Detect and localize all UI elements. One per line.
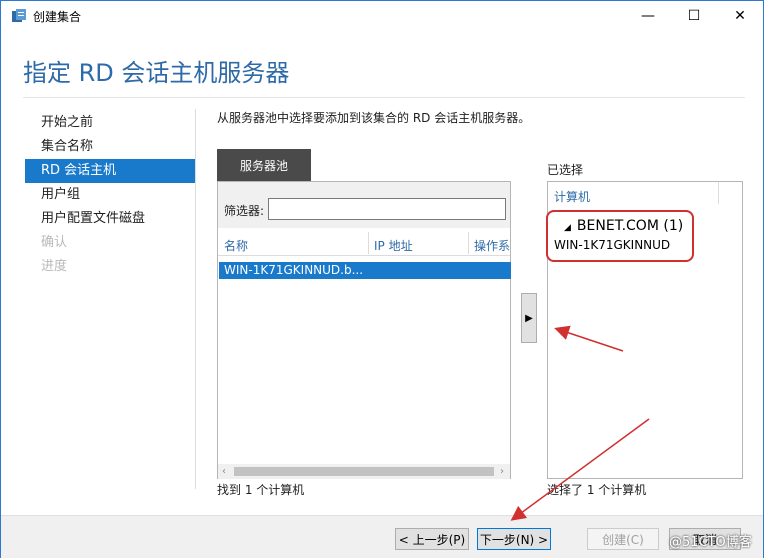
horizontal-scrollbar[interactable]: ‹ › [218, 464, 510, 479]
filter-input[interactable] [268, 198, 506, 220]
nav-item-confirmation: 确认 [41, 235, 68, 250]
scroll-right-icon[interactable]: › [500, 464, 504, 479]
column-header-computer[interactable]: 计算机 [554, 188, 590, 205]
filter-area: 筛选器: [218, 182, 510, 228]
close-button[interactable]: ✕ [717, 1, 763, 31]
column-header-name[interactable]: 名称 [224, 237, 248, 254]
page-title: 指定 RD 会话主机服务器 [23, 59, 290, 87]
column-separator[interactable] [368, 232, 369, 254]
table-row[interactable]: WIN-1K71GKINNUD.b... [219, 262, 511, 279]
maximize-button[interactable]: ☐ [671, 1, 717, 31]
title-bar: 创建集合 — ☐ ✕ [1, 1, 763, 31]
column-header-os[interactable]: 操作系 [474, 237, 510, 254]
minimize-button[interactable]: — [625, 1, 671, 31]
selected-machine-row[interactable]: WIN-1K71GKINNUD [554, 238, 670, 252]
server-pool-panel: 筛选器: 名称 IP 地址 操作系 WIN-1K71GKINNUD.b... ‹… [217, 181, 511, 479]
nav-item-before-you-begin[interactable]: 开始之前 [25, 111, 195, 135]
filter-label: 筛选器: [224, 204, 265, 218]
group-label: BENET.COM (1) [576, 218, 684, 234]
nav-item-progress: 进度 [41, 259, 68, 274]
selected-panel: 计算机 ◢ BENET.COM (1) WIN-1K71GKINNUD [546, 181, 743, 479]
window-title: 创建集合 [33, 10, 82, 24]
column-header-ip[interactable]: IP 地址 [374, 237, 413, 254]
selected-count-text: 选择了 1 个计算机 [547, 483, 647, 497]
expand-triangle-icon[interactable]: ◢ [564, 223, 571, 233]
create-collection-window: 创建集合 — ☐ ✕ 指定 RD 会话主机服务器 开始之前 集合名称 RD 会话… [0, 0, 764, 558]
next-button[interactable]: 下一步(N) > [477, 528, 551, 550]
previous-button[interactable]: < 上一步(P) [395, 528, 469, 550]
wizard-nav: 开始之前 集合名称 RD 会话主机 用户组 用户配置文件磁盘 确认 进度 [25, 111, 195, 279]
instruction-text: 从服务器池中选择要添加到该集合的 RD 会话主机服务器。 [217, 111, 531, 125]
nav-item-rd-session-host[interactable]: RD 会话主机 [25, 159, 195, 183]
column-separator[interactable] [718, 182, 719, 204]
scrollbar-thumb[interactable] [234, 467, 494, 476]
pool-column-headers: 名称 IP 地址 操作系 [218, 232, 510, 256]
tab-server-pool[interactable]: 服务器池 [217, 149, 311, 181]
nav-item-user-profile-disks[interactable]: 用户配置文件磁盘 [25, 207, 195, 231]
server-manager-icon [12, 9, 26, 22]
nav-item-user-groups[interactable]: 用户组 [25, 183, 195, 207]
header-divider [23, 97, 745, 98]
wizard-footer: < 上一步(P) 下一步(N) > 创建(C) 取消 [1, 515, 763, 558]
watermark: @51CTO博客 [669, 535, 752, 550]
pool-count-text: 找到 1 个计算机 [217, 483, 305, 497]
nav-item-collection-name[interactable]: 集合名称 [25, 135, 195, 159]
add-to-selected-button[interactable]: ▶ [521, 293, 537, 343]
selected-label: 已选择 [547, 163, 584, 177]
create-button: 创建(C) [587, 528, 659, 550]
scroll-left-icon[interactable]: ‹ [222, 464, 226, 479]
column-separator[interactable] [468, 232, 469, 254]
selected-group-row[interactable]: ◢ BENET.COM (1) [564, 218, 683, 234]
nav-divider [195, 109, 196, 489]
